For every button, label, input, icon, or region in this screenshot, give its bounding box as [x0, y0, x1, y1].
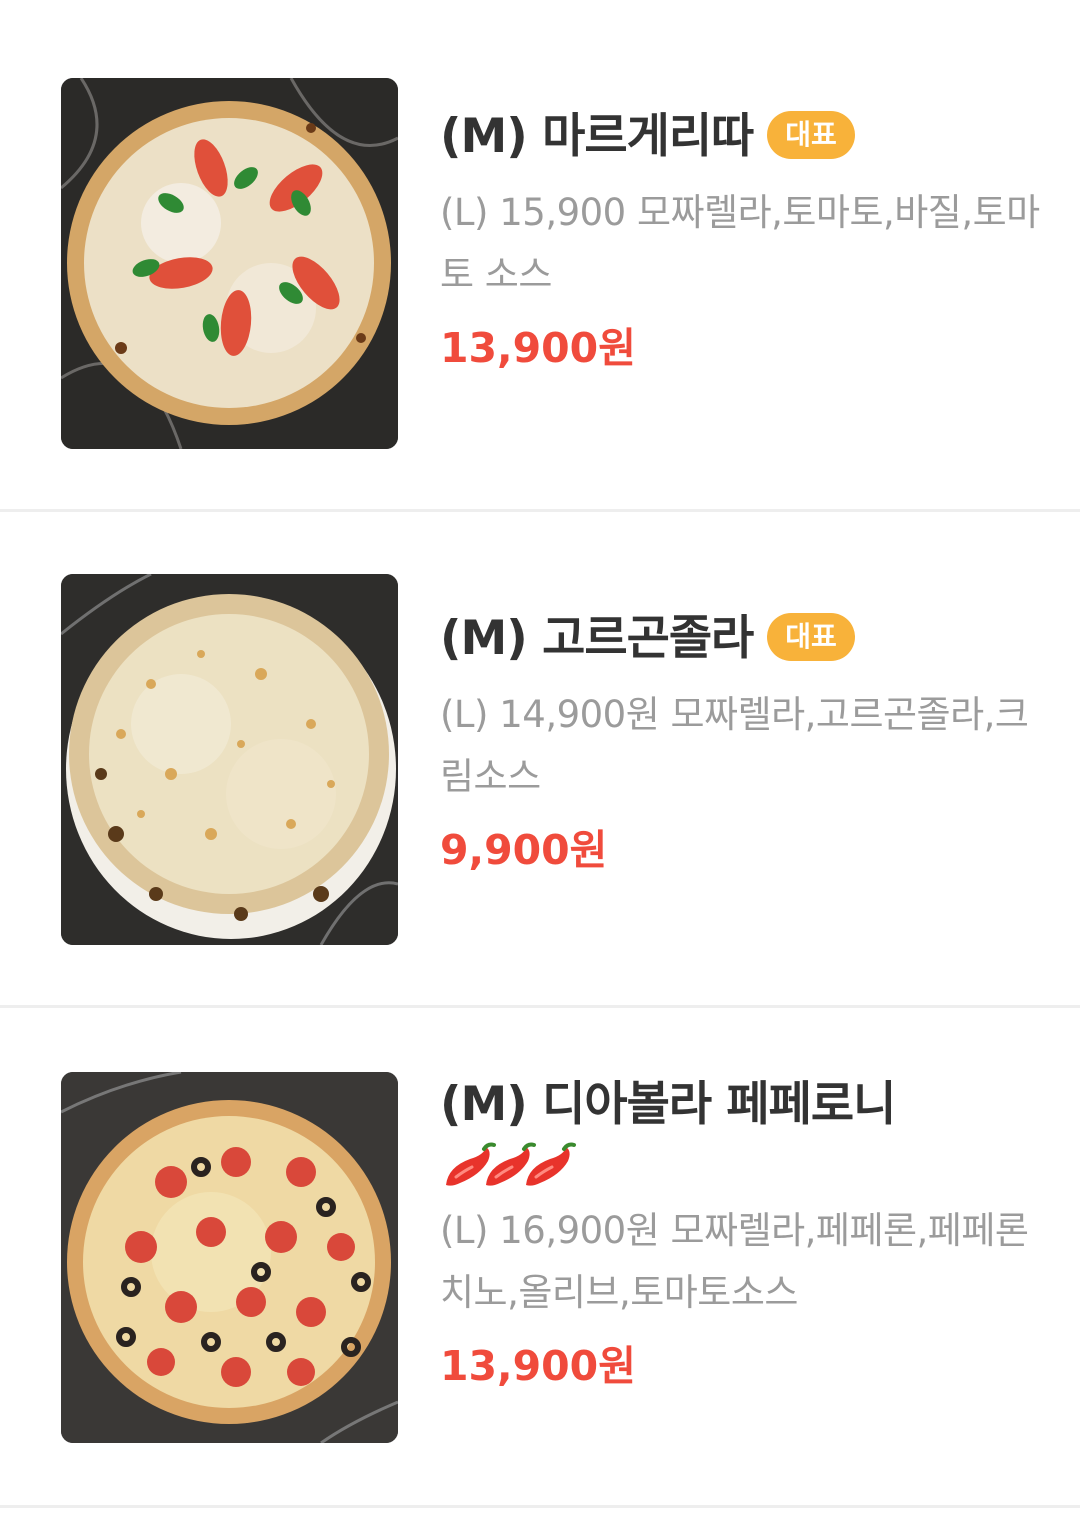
menu-item-name-row: (M) 디아볼라 페페로니	[440, 1074, 1040, 1136]
menu-item-price: 13,900원	[440, 324, 636, 372]
signature-badge: 대표	[767, 613, 855, 661]
menu-item-price: 13,900원	[440, 1342, 636, 1390]
chili-pepper-icon	[446, 1142, 576, 1188]
menu-list: (M) 마르게리따 대표 (L) 15,900 모짜렐라,토마토,바질,토마토 소…	[0, 0, 1080, 1525]
signature-badge: 대표	[767, 111, 855, 159]
menu-item-name-row: (M) 고르곤졸라 대표	[440, 608, 1040, 670]
menu-item-info: (M) 마르게리따 대표 (L) 15,900 모짜렐라,토마토,바질,토마토 소…	[440, 106, 1040, 376]
menu-item-gorgonzola[interactable]: (M) 고르곤졸라 대표 (L) 14,900원 모짜렐라,고르곤졸라,크림소스 …	[0, 512, 1080, 1006]
menu-item-name: (M) 마르게리따	[440, 109, 754, 164]
menu-item-name: (M) 고르곤졸라	[440, 611, 754, 666]
menu-item-diavola-pepperoni[interactable]: (M) 디아볼라 페페로니 (L) 16,900원 모짜렐라,페페론,페페론치노…	[0, 1008, 1080, 1508]
diavola-pepperoni-pizza-image	[61, 1072, 398, 1443]
divider	[0, 1505, 1080, 1508]
menu-item-description: (L) 15,900 모짜렐라,토마토,바질,토마토 소스	[440, 191, 1040, 296]
menu-item-price: 9,900원	[440, 826, 608, 874]
menu-item-name: (M) 디아볼라 페페로니	[440, 1077, 896, 1132]
menu-item-name-row: (M) 마르게리따 대표	[440, 106, 1040, 168]
spicy-level	[440, 1138, 1040, 1194]
menu-item-info: (M) 디아볼라 페페로니 (L) 16,900원 모짜렐라,페페론,페페론치노…	[440, 1074, 1040, 1394]
gorgonzola-pizza-image	[61, 574, 398, 945]
menu-item-description: (L) 16,900원 모짜렐라,페페론,페페론치노,올리브,토마토소스	[440, 1209, 1029, 1314]
menu-item-description: (L) 14,900원 모짜렐라,고르곤졸라,크림소스	[440, 693, 1029, 798]
margherita-pizza-image	[61, 78, 398, 449]
menu-item-info: (M) 고르곤졸라 대표 (L) 14,900원 모짜렐라,고르곤졸라,크림소스 …	[440, 608, 1040, 878]
menu-item-margherita[interactable]: (M) 마르게리따 대표 (L) 15,900 모짜렐라,토마토,바질,토마토 소…	[0, 0, 1080, 510]
